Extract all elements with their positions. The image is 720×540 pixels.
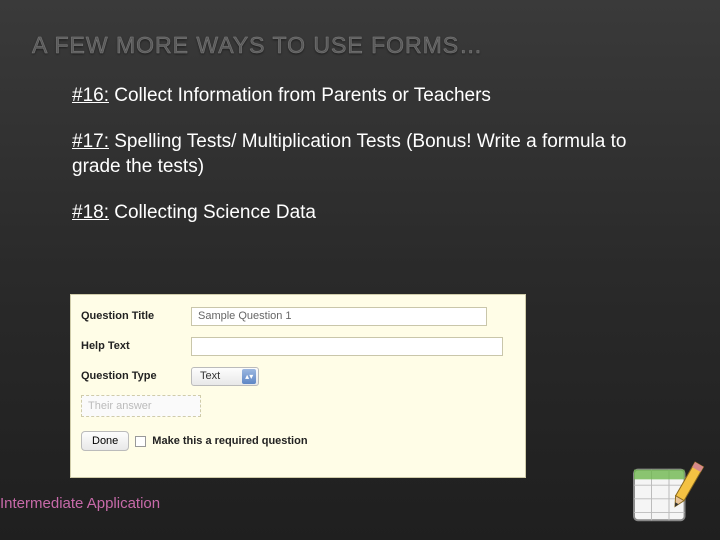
footer-label: Intermediate Application — [0, 495, 160, 512]
list-item: #17: Spelling Tests/ Multiplication Test… — [72, 129, 660, 180]
question-title-label: Question Title — [81, 310, 191, 322]
required-label: Make this a required question — [152, 435, 307, 447]
question-title-input[interactable] — [191, 307, 487, 326]
help-text-input[interactable] — [191, 337, 503, 356]
help-text-label: Help Text — [81, 340, 191, 352]
list-item: #18: Collecting Science Data — [72, 200, 660, 226]
bullet-list: #16: Collect Information from Parents or… — [0, 59, 720, 226]
required-checkbox[interactable] — [135, 436, 146, 447]
list-item: #16: Collect Information from Parents or… — [72, 83, 660, 109]
spreadsheet-pencil-icon — [630, 456, 708, 528]
form-editor-panel: Question Title Help Text Question Type T… — [70, 294, 526, 478]
item-text: Spelling Tests/ Multiplication Tests (Bo… — [72, 131, 626, 178]
item-number: #17: — [72, 131, 109, 152]
slide-title: A FEW MORE WAYS TO USE FORMS… — [0, 0, 720, 59]
done-button[interactable]: Done — [81, 431, 129, 451]
item-text: Collecting Science Data — [109, 202, 316, 223]
question-type-select[interactable]: Text ▴▾ — [191, 367, 259, 386]
select-value: Text — [200, 370, 220, 382]
item-number: #16: — [72, 85, 109, 106]
answer-preview-input: Their answer — [81, 395, 201, 417]
chevron-updown-icon: ▴▾ — [242, 369, 256, 384]
item-text: Collect Information from Parents or Teac… — [109, 85, 491, 106]
item-number: #18: — [72, 202, 109, 223]
question-type-label: Question Type — [81, 370, 191, 382]
